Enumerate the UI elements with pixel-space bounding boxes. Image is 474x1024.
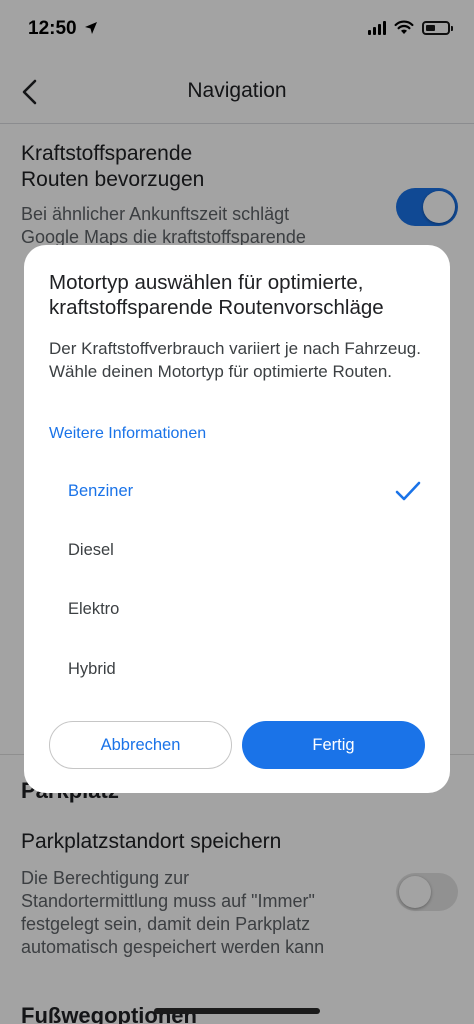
- cancel-button[interactable]: Abbrechen: [49, 721, 232, 769]
- check-icon: [395, 481, 421, 501]
- dialog-body: Der Kraftstoffverbrauch variiert je nach…: [49, 339, 421, 381]
- engine-type-dialog: Motortyp auswählen für optimierte, kraft…: [24, 245, 450, 793]
- option-label: Hybrid: [68, 660, 116, 678]
- more-info-link[interactable]: Weitere Informationen: [49, 425, 206, 443]
- home-indicator[interactable]: [154, 1008, 320, 1014]
- option-diesel[interactable]: Diesel: [49, 523, 425, 579]
- option-label: Benziner: [68, 482, 134, 500]
- option-hybrid[interactable]: Hybrid: [49, 642, 425, 698]
- option-benziner[interactable]: Benziner: [49, 464, 425, 520]
- dialog-title: Motortyp auswählen für optimierte, kraft…: [49, 271, 384, 319]
- done-button[interactable]: Fertig: [242, 721, 425, 769]
- option-label: Elektro: [68, 600, 120, 618]
- option-elektro[interactable]: Elektro: [49, 582, 425, 638]
- option-label: Diesel: [68, 541, 114, 559]
